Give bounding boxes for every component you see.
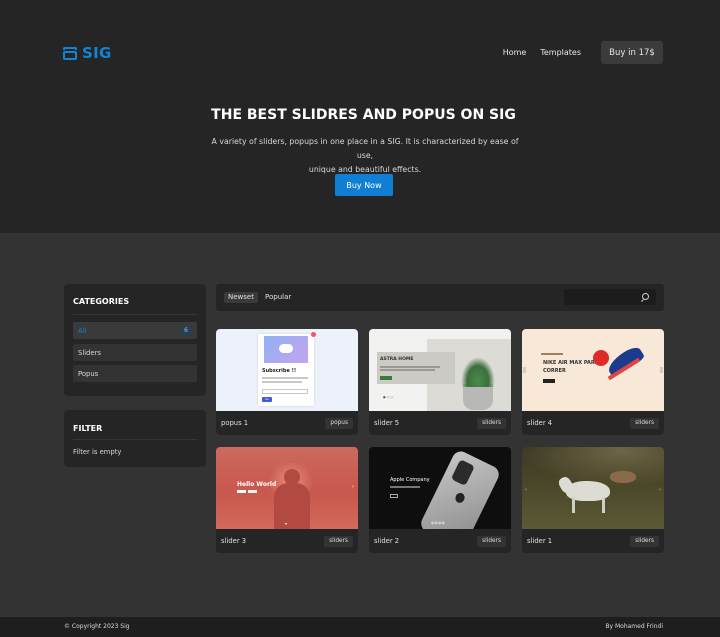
- main-nav: Home Templates Buy in 17$: [503, 41, 663, 64]
- category-item-sliders[interactable]: Sliders: [73, 344, 197, 361]
- template-card[interactable]: ASTRA HOME ● ○ ○ slider 5 sliders: [369, 329, 511, 435]
- search-input[interactable]: [564, 289, 656, 305]
- logo[interactable]: SIG: [63, 44, 112, 62]
- card-thumbnail: Apple Company ●●●●: [369, 447, 511, 529]
- categories-panel: CATEGORIES All 6 Sliders Popus: [64, 284, 206, 396]
- slide-heading: ASTRA HOME: [380, 357, 414, 362]
- logo-icon: [63, 46, 77, 60]
- slider-dots: ●●●●: [431, 520, 445, 525]
- template-card[interactable]: Subscribe !! Go popus 1 popus: [216, 329, 358, 435]
- slider-dots: ● ○ ○: [383, 395, 393, 399]
- template-card[interactable]: NIKE AIR MAX PARA CORRER slider 4 slider…: [522, 329, 664, 435]
- footer: © Copyright 2023 Sig By Mohamed Frindi: [0, 617, 720, 637]
- card-title: slider 1: [527, 537, 553, 545]
- card-category-badge: sliders: [324, 536, 353, 547]
- card-title: slider 5: [374, 419, 400, 427]
- card-thumbnail: Subscribe !! Go: [216, 329, 358, 411]
- hero-description: A variety of sliders, popups in one plac…: [205, 135, 525, 177]
- card-thumbnail: Hello World › ▾: [216, 447, 358, 529]
- hero-description-line: A variety of sliders, popups in one plac…: [211, 137, 519, 160]
- apple-logo-icon: [453, 491, 467, 505]
- categories-title: CATEGORIES: [73, 297, 130, 306]
- footer-copyright: © Copyright 2023 Sig: [64, 623, 130, 630]
- card-title: slider 2: [374, 537, 400, 545]
- prev-arrow-icon: [523, 367, 526, 373]
- plant-leaves: [461, 357, 495, 387]
- divider: [73, 314, 197, 315]
- price-badge: [593, 350, 609, 366]
- filter-title: FILTER: [73, 424, 103, 433]
- tab-newset[interactable]: Newset: [224, 292, 258, 303]
- card-title: popus 1: [221, 419, 249, 427]
- phone-image: [418, 448, 502, 529]
- cloud-icon: [279, 344, 293, 353]
- filter-empty-text: Filter is empty: [73, 448, 122, 456]
- plant-pot: [463, 384, 493, 410]
- category-label: Popus: [78, 369, 99, 378]
- card-category-badge: sliders: [477, 536, 506, 547]
- template-card[interactable]: ‹ › slider 1 sliders: [522, 447, 664, 553]
- slide-heading: Hello World: [237, 481, 277, 488]
- hero-section: SIG Home Templates Buy in 17$ THE BEST S…: [0, 0, 720, 233]
- footer-author: By Mohamed Frindi: [605, 623, 663, 630]
- popup-heading: Subscribe !!: [262, 368, 297, 374]
- card-thumbnail: NIKE AIR MAX PARA CORRER: [522, 329, 664, 411]
- template-card[interactable]: Hello World › ▾ slider 3 sliders: [216, 447, 358, 553]
- next-arrow-icon: ›: [659, 487, 661, 493]
- toolbar: Newset Popular: [216, 284, 664, 311]
- nav-home-link[interactable]: Home: [503, 48, 527, 57]
- nav-templates-link[interactable]: Templates: [540, 48, 581, 57]
- buy-now-button[interactable]: Buy Now: [335, 174, 393, 196]
- prev-arrow-icon: ‹: [525, 487, 527, 493]
- divider: [73, 439, 197, 440]
- search-icon[interactable]: [642, 293, 649, 300]
- card-title: slider 4: [527, 419, 553, 427]
- slide-heading-line: NIKE AIR MAX PARA: [543, 360, 599, 366]
- card-thumbnail: ‹ ›: [522, 447, 664, 529]
- card-category-badge: popus: [325, 418, 353, 429]
- card-category-badge: sliders: [477, 418, 506, 429]
- next-arrow-icon: ›: [352, 484, 354, 490]
- template-card[interactable]: Apple Company ●●●● slider 2 sliders: [369, 447, 511, 553]
- category-count-badge: 6: [180, 326, 192, 335]
- slide-heading: Apple Company: [390, 477, 430, 483]
- hero-title: THE BEST SLIDRES AND POPUS ON SIG: [211, 107, 516, 123]
- buy-button[interactable]: Buy in 17$: [601, 41, 663, 64]
- scroll-down-icon: ▾: [285, 521, 288, 526]
- category-label: All: [78, 326, 87, 335]
- card-thumbnail: ASTRA HOME ● ○ ○: [369, 329, 511, 411]
- card-category-badge: sliders: [630, 536, 659, 547]
- card-category-badge: sliders: [630, 418, 659, 429]
- slide-heading: NIKE AIR MAX PARA CORRER: [543, 359, 599, 375]
- category-item-all[interactable]: All 6: [73, 322, 197, 339]
- category-item-popus[interactable]: Popus: [73, 365, 197, 382]
- logo-text: SIG: [82, 44, 112, 62]
- popup-submit-button: Go: [262, 397, 272, 402]
- slide-heading-line: CORRER: [543, 368, 566, 374]
- category-label: Sliders: [78, 348, 101, 357]
- tab-popular[interactable]: Popular: [261, 292, 295, 303]
- filter-panel: FILTER Filter is empty: [64, 410, 206, 467]
- next-arrow-icon: [660, 367, 663, 373]
- card-title: slider 3: [221, 537, 247, 545]
